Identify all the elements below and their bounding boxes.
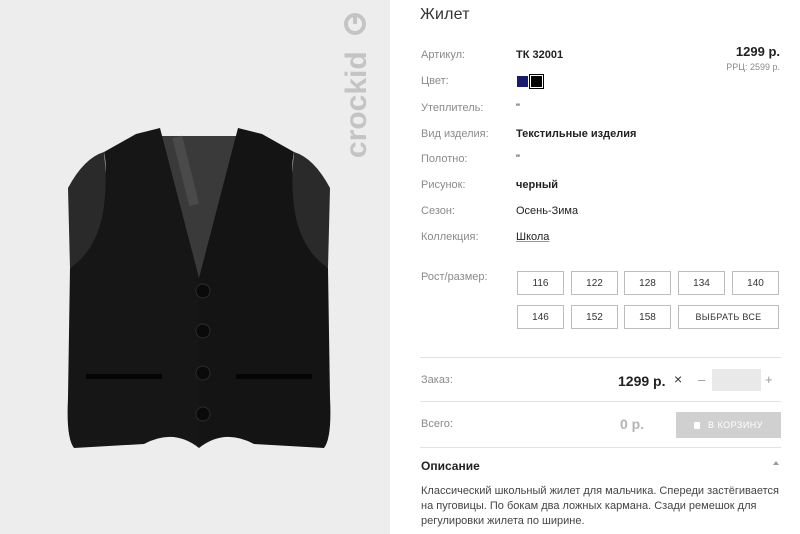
product-photo[interactable]: crockid [0,0,390,534]
order-label: Заказ: [421,374,453,386]
pattern-value: черный [516,179,559,191]
product-price: 1299 р. [735,44,780,59]
size-button-146[interactable]: 146 [517,305,564,329]
product-title: Жилет [420,6,470,23]
pattern-label: Рисунок: [421,179,466,191]
total-label: Всего: [421,418,453,430]
size-button-134[interactable]: 134 [678,271,725,295]
color-swatch-navy[interactable] [517,76,528,87]
article-value: ТК 32001 [516,49,564,61]
season-value: Осень-Зима [516,205,579,217]
season-label: Сезон: [421,205,455,217]
description-title[interactable]: Описание [421,459,480,473]
size-button-116[interactable]: 116 [517,271,564,295]
insulation-label: Утеплитель: [421,102,484,114]
insulation-value: " [516,102,520,114]
collection-link[interactable]: Школа [516,231,549,243]
decrease-quantity-button[interactable]: – [698,372,705,387]
size-button-152[interactable]: 152 [571,305,618,329]
chevron-up-icon[interactable] [773,461,779,465]
divider [420,447,781,448]
article-label: Артикул: [421,49,466,61]
description-text: Классический школьный жилет для мальчика… [421,485,779,527]
svg-text:crockid: crockid [340,51,373,158]
divider [420,357,781,358]
size-button-128[interactable]: 128 [624,271,671,295]
divider [420,401,781,402]
add-to-cart-button[interactable]: В КОРЗИНУ [676,412,781,438]
color-label: Цвет: [421,75,449,87]
type-value: Текстильные изделия [516,128,637,140]
total-value: 0 р. [620,416,645,432]
quantity-input[interactable] [712,369,761,391]
order-price: 1299 р. [618,373,666,389]
bag-icon [693,421,700,429]
add-to-cart-label: В КОРЗИНУ [707,420,764,430]
size-button-122[interactable]: 122 [571,271,618,295]
close-icon[interactable]: × [674,371,682,387]
select-all-sizes-button[interactable]: ВЫБРАТЬ ВСЕ [678,305,779,329]
size-label: Рост/размер: [421,271,488,283]
collection-label: Коллекция: [421,231,479,243]
fabric-value: " [516,153,520,165]
color-swatch-black[interactable] [529,74,544,89]
recommended-retail-price: РРЦ: 2599 р. [726,62,780,72]
fabric-label: Полотно: [421,153,468,165]
type-label: Вид изделия: [421,128,489,140]
size-button-140[interactable]: 140 [732,271,779,295]
brand-logo: crockid [340,13,373,158]
vest-image [67,128,331,448]
size-button-158[interactable]: 158 [624,305,671,329]
increase-quantity-button[interactable]: + [765,372,773,387]
